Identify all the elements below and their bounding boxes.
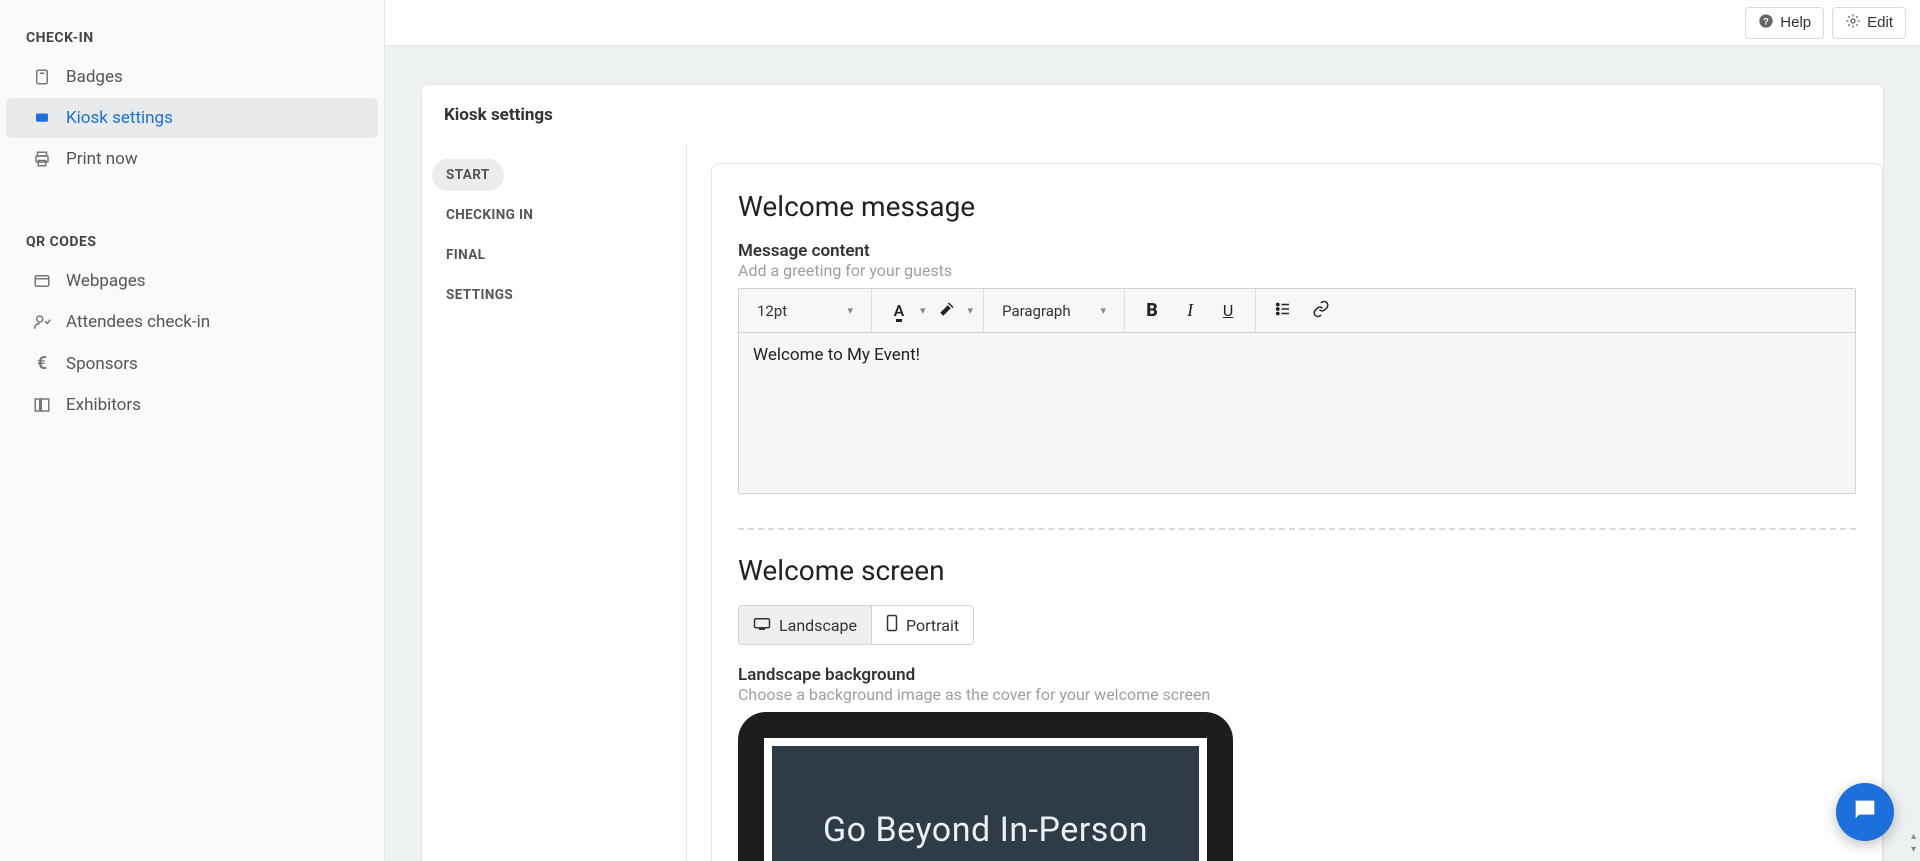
landscape-icon bbox=[753, 616, 771, 635]
kiosk-icon bbox=[32, 109, 52, 127]
edit-button[interactable]: Edit bbox=[1832, 7, 1906, 39]
sidebar-item-badges[interactable]: Badges bbox=[6, 57, 378, 97]
help-icon: ? bbox=[1758, 13, 1774, 33]
badge-icon bbox=[32, 68, 52, 86]
chevron-down-icon: ▾ bbox=[1101, 304, 1107, 317]
sidebar-item-label: Attendees check-in bbox=[66, 312, 210, 332]
sidebar-item-kiosk-settings[interactable]: Kiosk settings bbox=[6, 98, 378, 138]
page-title: Kiosk settings bbox=[422, 85, 1883, 145]
caret-down-icon: ▾ bbox=[1911, 844, 1916, 855]
italic-button[interactable]: I bbox=[1173, 294, 1207, 328]
edit-label: Edit bbox=[1867, 14, 1893, 31]
text-color-icon: A bbox=[894, 301, 905, 320]
sidebar: CHECK-IN Badges Kiosk settings Print now… bbox=[0, 0, 385, 861]
bold-button[interactable]: B bbox=[1135, 294, 1169, 328]
exhibitor-icon bbox=[32, 396, 52, 414]
editor-toolbar: 12pt ▾ A ▾ bbox=[739, 289, 1855, 333]
underline-button[interactable]: U bbox=[1211, 294, 1245, 328]
tab-final[interactable]: FINAL bbox=[432, 239, 499, 271]
topbar: ? Help Edit bbox=[385, 0, 1920, 46]
portrait-icon bbox=[886, 614, 898, 636]
landscape-bg-sub: Choose a background image as the cover f… bbox=[738, 685, 1856, 704]
euro-icon: € bbox=[32, 353, 52, 374]
sidebar-group-checkin: CHECK-IN bbox=[0, 18, 384, 56]
chevron-down-icon[interactable]: ▾ bbox=[968, 304, 974, 317]
gear-icon bbox=[1845, 13, 1861, 33]
kiosk-tabs-panel: START CHECKING IN FINAL SETTINGS bbox=[422, 145, 687, 861]
sidebar-group-qrcodes: QR CODES bbox=[0, 222, 384, 260]
sidebar-item-webpages[interactable]: Webpages bbox=[6, 261, 378, 301]
caret-up-icon: ▴ bbox=[1911, 831, 1916, 842]
link-icon bbox=[1312, 300, 1330, 322]
portrait-label: Portrait bbox=[906, 616, 959, 635]
block-format-select[interactable]: Paragraph ▾ bbox=[994, 298, 1114, 324]
main-content: Kiosk settings START CHECKING IN FINAL S… bbox=[385, 46, 1920, 861]
highlight-color-button[interactable] bbox=[930, 294, 964, 328]
tab-checking-in[interactable]: CHECKING IN bbox=[432, 199, 547, 231]
sidebar-item-label: Print now bbox=[66, 149, 138, 169]
sidebar-item-label: Sponsors bbox=[66, 354, 138, 374]
help-button[interactable]: ? Help bbox=[1745, 7, 1824, 39]
font-size-value: 12pt bbox=[757, 302, 787, 320]
tab-start[interactable]: START bbox=[432, 159, 504, 191]
scroll-indicator: ▴ ▾ bbox=[1911, 831, 1916, 855]
chevron-down-icon[interactable]: ▾ bbox=[920, 304, 926, 317]
message-content-sub: Add a greeting for your guests bbox=[738, 261, 1856, 280]
chevron-down-icon: ▾ bbox=[847, 304, 853, 317]
sidebar-item-label: Badges bbox=[66, 67, 123, 87]
section-divider bbox=[738, 528, 1856, 530]
highlight-icon bbox=[938, 300, 956, 322]
help-label: Help bbox=[1780, 14, 1811, 31]
rich-text-editor: 12pt ▾ A ▾ bbox=[738, 288, 1856, 494]
attendee-checkin-icon bbox=[32, 313, 52, 331]
printer-icon bbox=[32, 150, 52, 168]
bullet-list-icon bbox=[1274, 300, 1292, 322]
chat-button[interactable] bbox=[1836, 783, 1894, 841]
sidebar-item-sponsors[interactable]: € Sponsors bbox=[6, 343, 378, 384]
chat-icon bbox=[1851, 796, 1879, 828]
text-color-button[interactable]: A bbox=[882, 294, 916, 328]
landscape-button[interactable]: Landscape bbox=[739, 606, 871, 644]
portrait-button[interactable]: Portrait bbox=[871, 606, 973, 644]
preview-text: Go Beyond In-Person bbox=[823, 810, 1148, 850]
tab-settings[interactable]: SETTINGS bbox=[432, 279, 527, 311]
font-size-select[interactable]: 12pt ▾ bbox=[749, 298, 861, 324]
kiosk-settings-card: Kiosk settings START CHECKING IN FINAL S… bbox=[421, 84, 1884, 861]
tablet-preview[interactable]: Go Beyond In-Person bbox=[738, 712, 1233, 861]
sidebar-item-attendees-checkin[interactable]: Attendees check-in bbox=[6, 302, 378, 342]
sidebar-item-label: Kiosk settings bbox=[66, 108, 173, 128]
block-format-value: Paragraph bbox=[1002, 302, 1071, 320]
sidebar-item-label: Exhibitors bbox=[66, 395, 141, 415]
webpage-icon bbox=[32, 272, 52, 290]
bullet-list-button[interactable] bbox=[1266, 294, 1300, 328]
sidebar-item-exhibitors[interactable]: Exhibitors bbox=[6, 385, 378, 425]
link-button[interactable] bbox=[1304, 294, 1338, 328]
message-content-label: Message content bbox=[738, 241, 1856, 261]
welcome-message-title: Welcome message bbox=[738, 190, 1856, 223]
svg-text:?: ? bbox=[1763, 16, 1769, 26]
sidebar-item-label: Webpages bbox=[66, 271, 146, 291]
start-tab-content: Welcome message Message content Add a gr… bbox=[711, 163, 1883, 861]
landscape-label: Landscape bbox=[779, 616, 857, 635]
editor-body[interactable]: Welcome to My Event! bbox=[739, 333, 1855, 493]
sidebar-item-print-now[interactable]: Print now bbox=[6, 139, 378, 179]
welcome-screen-title: Welcome screen bbox=[738, 554, 1856, 587]
orientation-toggle: Landscape Portrait bbox=[738, 605, 974, 645]
landscape-bg-label: Landscape background bbox=[738, 665, 1856, 685]
